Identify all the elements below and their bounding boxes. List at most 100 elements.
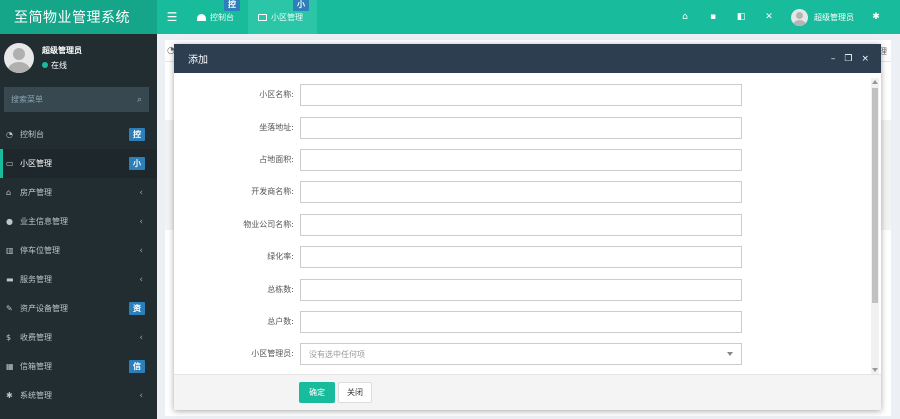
status-label: 在线 <box>51 60 67 70</box>
dollar-icon: $ <box>6 333 12 342</box>
chevron-left-icon: ‹ <box>139 274 143 285</box>
form-row-area: 占地面积: <box>174 149 774 171</box>
manager-select[interactable]: 没有选中任何项 <box>300 343 742 365</box>
top-user-menu[interactable]: 超级管理员 <box>783 8 862 26</box>
user-status: 在线 <box>42 60 82 71</box>
field-label: 坐落地址: <box>259 123 294 132</box>
avatar <box>791 8 808 26</box>
home-icon[interactable]: ⌂ <box>671 0 699 34</box>
fullscreen-icon[interactable]: ✕ <box>755 0 783 34</box>
dialog-title: 添加 <box>188 55 208 66</box>
tab-label: 控制台 <box>210 12 234 22</box>
sidebar-item-label: 房产管理 <box>20 188 52 197</box>
sidebar-item-community[interactable]: ▭ 小区管理 小 <box>0 149 157 178</box>
chevron-left-icon: ‹ <box>139 390 143 401</box>
user-panel: 超级管理员 在线 <box>0 34 157 81</box>
sidebar-item-service[interactable]: ▬ 服务管理 ‹ <box>0 265 157 294</box>
list-icon: ▭ <box>6 159 14 168</box>
cogs-icon: ✱ <box>6 391 13 400</box>
home-icon: ⌂ <box>6 188 12 197</box>
sidebar-item-label: 资产设备管理 <box>20 304 68 313</box>
dialog-body: 小区名称: 坐落地址: 占地面积: 开发商名称: 物业公司名称: 绿化率: 总栋… <box>174 73 881 374</box>
sidebar-badge: 资 <box>129 302 145 315</box>
chevron-left-icon: ‹ <box>139 216 143 227</box>
tab-community[interactable]: 小区管理 小 <box>248 0 317 34</box>
dialog-footer: 确定 关闭 <box>174 374 881 410</box>
language-icon[interactable]: ◧ <box>727 0 755 34</box>
sidebar: 超级管理员 在线 ⌕ ◔ 控制台 控 ▭ 小区管理 小 ⌂ 房产管理 ‹ ● 业… <box>0 34 157 419</box>
field-label: 绿化率: <box>267 252 294 261</box>
field-label: 物业公司名称: <box>243 220 294 229</box>
search-icon[interactable]: ⌕ <box>137 95 142 105</box>
form-row-greening: 绿化率: <box>174 246 774 268</box>
sidebar-item-fee[interactable]: $ 收费管理 ‹ <box>0 323 157 352</box>
tab-badge: 控 <box>224 0 240 11</box>
field-label: 开发商名称: <box>251 187 294 196</box>
form-row-company: 物业公司名称: <box>174 214 774 236</box>
chevron-left-icon: ‹ <box>139 187 143 198</box>
field-label: 小区管理员: <box>251 349 294 358</box>
chevron-left-icon: ‹ <box>139 245 143 256</box>
area-input[interactable] <box>300 149 742 171</box>
field-label: 总户数: <box>267 317 294 326</box>
user-name: 超级管理员 <box>42 45 82 55</box>
gear-icon[interactable]: ✱ <box>862 0 890 34</box>
online-dot-icon <box>42 62 48 68</box>
sidebar-item-asset[interactable]: ✎ 资产设备管理 资 <box>0 294 157 323</box>
sidebar-item-label: 停车位管理 <box>20 246 60 255</box>
sidebar-item-system[interactable]: ✱ 系统管理 ‹ <box>0 381 157 410</box>
sidebar-item-label: 服务管理 <box>20 275 52 284</box>
close-icon[interactable]: × <box>861 54 869 64</box>
address-input[interactable] <box>300 117 742 139</box>
scroll-up-icon[interactable] <box>872 80 878 84</box>
parking-icon: ▥ <box>6 246 14 255</box>
maximize-icon[interactable]: ❐ <box>844 54 852 64</box>
top-right-tools: ⌂ ▪ ◧ ✕ 超级管理员 ✱ <box>671 0 900 34</box>
user-icon: ● <box>6 217 13 226</box>
app-title[interactable]: 至简物业管理系统 <box>0 0 157 34</box>
dialog-scrollbar[interactable] <box>871 78 879 374</box>
form-row-households: 总户数: <box>174 311 774 333</box>
list-icon <box>258 13 267 21</box>
dashboard-icon: ◔ <box>6 130 13 139</box>
close-button[interactable]: 关闭 <box>338 382 372 403</box>
add-dialog: 添加 – ❐ × 小区名称: 坐落地址: 占地面积: 开发商名称: 物业公司名称… <box>174 44 881 410</box>
sidebar-item-mailbox[interactable]: ▦ 信箱管理 信 <box>0 352 157 381</box>
form-row-address: 坐落地址: <box>174 117 774 139</box>
total-buildings-input[interactable] <box>300 279 742 301</box>
form-row-buildings: 总栋数: <box>174 279 774 301</box>
scroll-thumb[interactable] <box>872 88 878 303</box>
community-name-input[interactable] <box>300 84 742 106</box>
sidebar-item-label: 系统管理 <box>20 391 52 400</box>
sidebar-item-property[interactable]: ⌂ 房产管理 ‹ <box>0 178 157 207</box>
mailbox-icon: ▦ <box>6 362 14 371</box>
select-placeholder: 没有选中任何项 <box>309 349 365 359</box>
tab-badge: 小 <box>293 0 309 11</box>
developer-input[interactable] <box>300 181 742 203</box>
sidebar-item-owner[interactable]: ● 业主信息管理 ‹ <box>0 207 157 236</box>
form-row-manager: 小区管理员: 没有选中任何项 <box>174 343 774 365</box>
top-navbar: 至简物业管理系统 ☰ 控制台 控 小区管理 小 ⌂ ▪ ◧ ✕ 超级管理员 ✱ <box>0 0 900 34</box>
scroll-down-icon[interactable] <box>872 368 878 372</box>
field-label: 总栋数: <box>267 285 294 294</box>
sidebar-item-label: 小区管理 <box>20 159 52 168</box>
total-households-input[interactable] <box>300 311 742 333</box>
field-label: 占地面积: <box>259 155 294 164</box>
form-row-developer: 开发商名称: <box>174 181 774 203</box>
confirm-button[interactable]: 确定 <box>299 382 335 403</box>
tab-dashboard[interactable]: 控制台 控 <box>187 0 248 34</box>
trash-icon[interactable]: ▪ <box>699 0 727 34</box>
sidebar-badge: 信 <box>129 360 145 373</box>
hamburger-menu-icon[interactable]: ☰ <box>157 0 187 34</box>
sidebar-item-parking[interactable]: ▥ 停车位管理 ‹ <box>0 236 157 265</box>
form-row-name: 小区名称: <box>174 84 774 106</box>
property-company-input[interactable] <box>300 214 742 236</box>
sidebar-item-dashboard[interactable]: ◔ 控制台 控 <box>0 120 157 149</box>
greening-rate-input[interactable] <box>300 246 742 268</box>
avatar <box>4 42 34 73</box>
search-input[interactable] <box>11 95 111 104</box>
sidebar-item-label: 控制台 <box>20 130 44 139</box>
minimize-icon[interactable]: – <box>831 54 836 64</box>
field-label: 小区名称: <box>259 90 294 99</box>
sidebar-badge: 小 <box>129 157 145 170</box>
